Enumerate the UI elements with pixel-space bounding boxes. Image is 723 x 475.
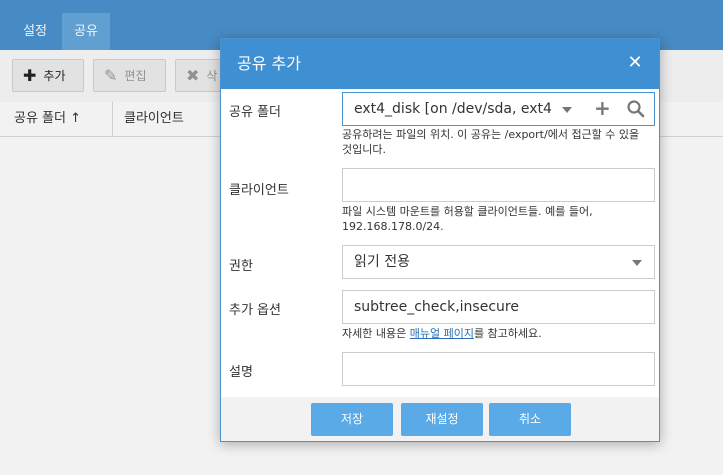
reset-button[interactable]: 재설정 [401, 403, 483, 436]
permission-select[interactable]: 읽기 전용 [342, 245, 655, 279]
plus-icon[interactable]: + [594, 96, 611, 120]
client-label: 클라이언트 [229, 183, 289, 198]
add-share-dialog: 공유 추가 ✕ 공유 폴더 ext4_disk [on /dev/sda, ex… [220, 38, 660, 442]
extra-options-label: 추가 옵션 [229, 303, 281, 318]
dialog-footer: 저장 재설정 취소 [221, 397, 659, 441]
search-icon[interactable] [626, 99, 646, 119]
permission-label: 권한 [229, 259, 253, 274]
shared-folder-hint: 공유하려는 파일의 위치. 이 공유는 /export/에서 접근할 수 있을 … [342, 128, 640, 156]
description-label: 설명 [229, 365, 253, 380]
extra-options-value: subtree_check,insecure [354, 299, 519, 315]
permission-value: 읽기 전용 [354, 254, 410, 270]
dialog-header: 공유 추가 ✕ [221, 39, 659, 89]
manual-page-link[interactable]: 매뉴얼 페이지 [410, 327, 474, 340]
shared-folder-value: ext4_disk [on /dev/sda, ext4 [354, 101, 552, 117]
caret-down-icon[interactable] [632, 260, 642, 266]
dialog-title: 공유 추가 [237, 54, 301, 73]
close-icon[interactable]: ✕ [625, 53, 645, 73]
extra-options-input[interactable]: subtree_check,insecure [342, 290, 655, 324]
shared-folder-label: 공유 폴더 [229, 105, 281, 120]
client-input[interactable] [342, 168, 655, 202]
extra-options-hint: 자세한 내용은 매뉴얼 페이지를 참고하세요. [342, 327, 542, 340]
caret-down-icon[interactable] [562, 107, 572, 113]
shared-folder-select[interactable]: ext4_disk [on /dev/sda, ext4 + [342, 92, 655, 126]
client-hint: 파일 시스템 마운트를 허용할 클라이언트들. 예를 들어, 192.168.1… [342, 205, 593, 233]
save-button[interactable]: 저장 [311, 403, 393, 436]
cancel-button[interactable]: 취소 [489, 403, 571, 436]
description-input[interactable] [342, 352, 655, 386]
